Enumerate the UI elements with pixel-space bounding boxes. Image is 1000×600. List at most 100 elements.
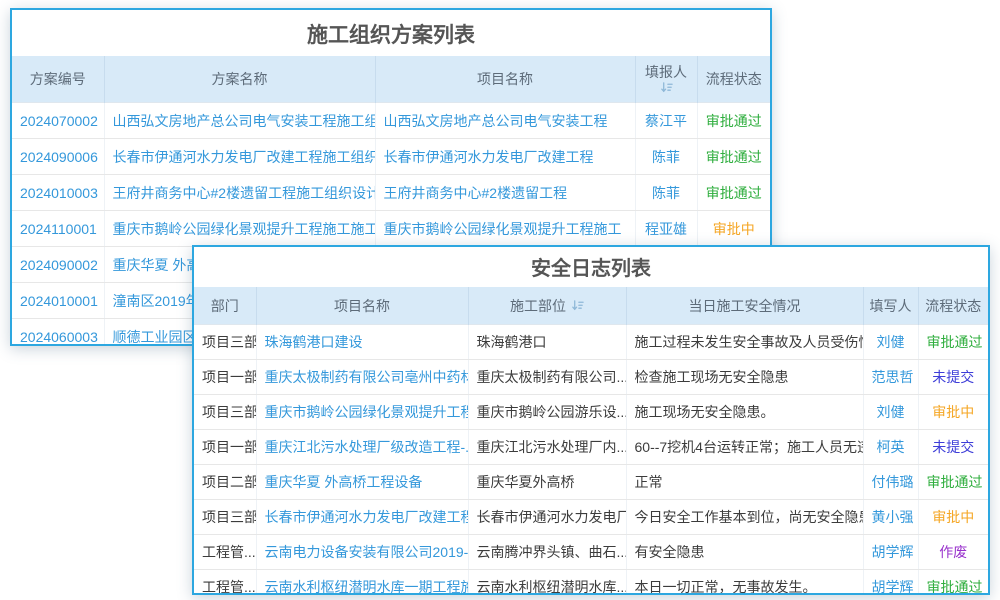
table-cell[interactable]: 付伟璐 — [863, 465, 918, 500]
table-header-row: 部门 项目名称 施工部位当日施工安全情况填写人流程状态 — [194, 287, 988, 325]
column-header[interactable]: 施工部位 — [468, 287, 626, 325]
table-cell: 云南腾冲界头镇、曲石... — [468, 535, 626, 570]
column-header-label: 流程状态 — [706, 71, 762, 87]
table-cell: 作废 — [918, 535, 988, 570]
column-header-label: 方案名称 — [212, 71, 268, 87]
table-cell: 项目三部 — [194, 500, 256, 535]
column-header-label: 项目名称 — [334, 298, 390, 314]
table-cell: 工程管... — [194, 570, 256, 596]
table-cell: 项目一部 — [194, 360, 256, 395]
table-cell: 工程管... — [194, 535, 256, 570]
table-cell[interactable]: 刘健 — [863, 325, 918, 360]
table-cell[interactable]: 重庆华夏 外高桥工程设备 — [256, 465, 468, 500]
table-cell[interactable]: 长春市伊通河水力发电厂改建工程 — [256, 500, 468, 535]
table-row: 工程管...云南水利枢纽潜明水库一期工程施...云南水利枢纽潜明水库...本日一… — [194, 570, 988, 596]
table-cell: 珠海鹤港口 — [468, 325, 626, 360]
column-header[interactable]: 方案名称 — [104, 56, 375, 103]
sort-icon[interactable] — [571, 299, 584, 312]
column-header[interactable]: 方案编号 — [12, 56, 104, 103]
table-cell: 审批通过 — [918, 570, 988, 596]
column-header-label: 流程状态 — [925, 298, 981, 314]
table-cell: 60--7挖机4台运转正常；施工人员无违... — [626, 430, 863, 465]
table-cell: 项目三部 — [194, 325, 256, 360]
table-cell: 审批中 — [918, 500, 988, 535]
table-cell: 重庆市鹅岭公园游乐设... — [468, 395, 626, 430]
table-cell: 审批通过 — [918, 465, 988, 500]
table-cell: 审批通过 — [918, 325, 988, 360]
table-cell[interactable]: 重庆江北污水处理厂级改造工程-... — [256, 430, 468, 465]
table-cell: 本日一切正常，无事故发生。 — [626, 570, 863, 596]
sort-icon[interactable] — [660, 81, 673, 94]
table-cell[interactable]: 2024090006 — [12, 139, 104, 175]
safety-log-list-panel: 安全日志列表 部门项目名称施工部位当日施工安全情况填写人流程状态项目三部珠海鹤港… — [192, 245, 990, 595]
page: 施工组织方案列表 方案编号方案名称项目名称填报人流程状态2024070002山西… — [0, 0, 1000, 600]
column-header-label: 填写人 — [870, 298, 912, 314]
table-header-row: 方案编号 方案名称 项目名称填报人 流程状态 — [12, 56, 770, 103]
table-cell: 今日安全工作基本到位，尚无安全隐患... — [626, 500, 863, 535]
table-cell[interactable]: 云南电力设备安装有限公司2019--... — [256, 535, 468, 570]
column-header[interactable]: 填写人 — [863, 287, 918, 325]
table-cell[interactable]: 王府井商务中心#2楼遗留工程施工组织设计 — [104, 175, 375, 211]
table-cell[interactable]: 蔡江平 — [635, 103, 697, 139]
table-cell[interactable]: 黄小强 — [863, 500, 918, 535]
table-cell[interactable]: 长春市伊通河水力发电厂改建工程 — [375, 139, 635, 175]
table-cell[interactable]: 重庆市鹅岭公园绿化景观提升工程施工施工组... — [104, 211, 375, 247]
column-header[interactable]: 填报人 — [635, 56, 697, 103]
table-cell: 长春市伊通河水力发电厂 — [468, 500, 626, 535]
column-header-label: 方案编号 — [30, 71, 86, 87]
table-cell: 审批通过 — [697, 139, 770, 175]
table-row: 项目三部长春市伊通河水力发电厂改建工程长春市伊通河水力发电厂今日安全工作基本到位… — [194, 500, 988, 535]
column-header[interactable]: 当日施工安全情况 — [626, 287, 863, 325]
table-cell[interactable]: 2024010001 — [12, 283, 104, 319]
table-cell[interactable]: 珠海鹤港口建设 — [256, 325, 468, 360]
column-header[interactable]: 项目名称 — [256, 287, 468, 325]
column-header-label: 部门 — [211, 298, 239, 314]
table-cell: 施工过程未发生安全事故及人员受伤情况 — [626, 325, 863, 360]
table-cell[interactable]: 2024070002 — [12, 103, 104, 139]
column-header[interactable]: 项目名称 — [375, 56, 635, 103]
table-row: 项目一部重庆太极制药有限公司亳州中药材...重庆太极制药有限公司...检查施工现… — [194, 360, 988, 395]
column-header-label: 填报人 — [645, 64, 687, 80]
table-cell[interactable]: 胡学辉 — [863, 535, 918, 570]
table-cell: 项目一部 — [194, 430, 256, 465]
table-row: 2024070002山西弘文房地产总公司电气安装工程施工组织...山西弘文房地产… — [12, 103, 770, 139]
table-cell: 项目三部 — [194, 395, 256, 430]
table-cell[interactable]: 王府井商务中心#2楼遗留工程 — [375, 175, 635, 211]
table-cell[interactable]: 范思哲 — [863, 360, 918, 395]
table-row: 工程管...云南电力设备安装有限公司2019--...云南腾冲界头镇、曲石...… — [194, 535, 988, 570]
table-cell[interactable]: 2024090002 — [12, 247, 104, 283]
safety-log-table: 部门项目名称施工部位当日施工安全情况填写人流程状态项目三部珠海鹤港口建设珠海鹤港… — [194, 287, 988, 595]
table-row: 2024110001重庆市鹅岭公园绿化景观提升工程施工施工组...重庆市鹅岭公园… — [12, 211, 770, 247]
table-cell: 未提交 — [918, 360, 988, 395]
table-cell[interactable]: 山西弘文房地产总公司电气安装工程 — [375, 103, 635, 139]
table-cell[interactable]: 程亚雄 — [635, 211, 697, 247]
table-row: 项目二部重庆华夏 外高桥工程设备重庆华夏外高桥正常付伟璐审批通过 — [194, 465, 988, 500]
table-cell[interactable]: 刘健 — [863, 395, 918, 430]
table-cell: 审批中 — [918, 395, 988, 430]
table-cell[interactable]: 山西弘文房地产总公司电气安装工程施工组织... — [104, 103, 375, 139]
table-cell[interactable]: 胡学辉 — [863, 570, 918, 596]
plan-list-title: 施工组织方案列表 — [12, 10, 770, 56]
table-cell[interactable]: 柯英 — [863, 430, 918, 465]
table-cell[interactable]: 重庆市鹅岭公园绿化景观提升工程... — [256, 395, 468, 430]
table-cell[interactable]: 陈菲 — [635, 139, 697, 175]
table-cell[interactable]: 长春市伊通河水力发电厂改建工程施工组织设计 — [104, 139, 375, 175]
table-cell: 检查施工现场无安全隐患 — [626, 360, 863, 395]
column-header[interactable]: 流程状态 — [918, 287, 988, 325]
column-header[interactable]: 部门 — [194, 287, 256, 325]
table-cell[interactable]: 重庆太极制药有限公司亳州中药材... — [256, 360, 468, 395]
table-cell: 云南水利枢纽潜明水库... — [468, 570, 626, 596]
table-cell: 未提交 — [918, 430, 988, 465]
table-cell[interactable]: 陈菲 — [635, 175, 697, 211]
table-cell[interactable]: 云南水利枢纽潜明水库一期工程施... — [256, 570, 468, 596]
table-cell[interactable]: 重庆市鹅岭公园绿化景观提升工程施工 — [375, 211, 635, 247]
table-cell[interactable]: 2024110001 — [12, 211, 104, 247]
table-row: 2024010003王府井商务中心#2楼遗留工程施工组织设计王府井商务中心#2楼… — [12, 175, 770, 211]
table-cell: 重庆华夏外高桥 — [468, 465, 626, 500]
table-cell[interactable]: 2024060003 — [12, 319, 104, 347]
table-cell: 正常 — [626, 465, 863, 500]
column-header[interactable]: 流程状态 — [697, 56, 770, 103]
table-row: 项目三部珠海鹤港口建设珠海鹤港口施工过程未发生安全事故及人员受伤情况刘健审批通过 — [194, 325, 988, 360]
table-cell: 重庆江北污水处理厂内... — [468, 430, 626, 465]
table-cell[interactable]: 2024010003 — [12, 175, 104, 211]
